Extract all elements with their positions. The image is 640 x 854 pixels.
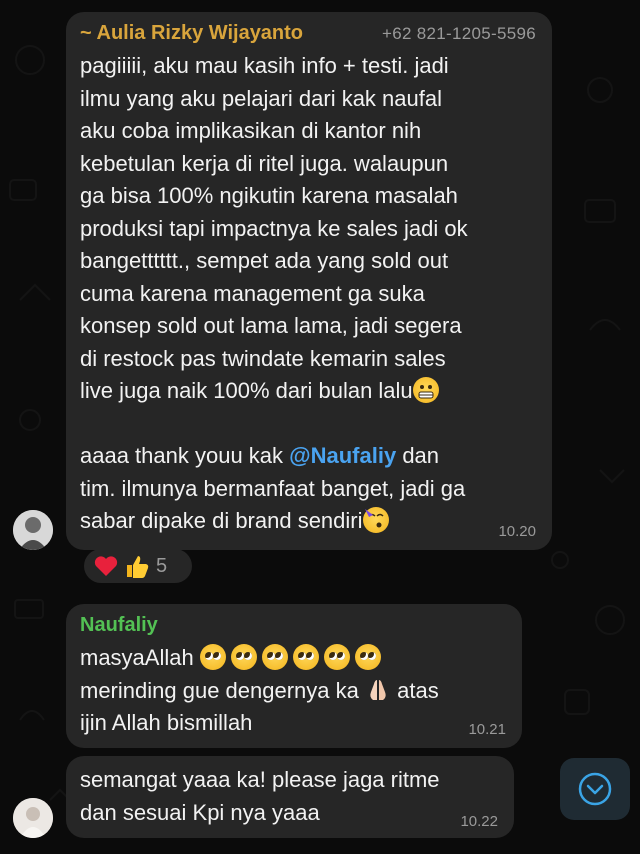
- message-line: ilmu yang aku pelajari dari kak naufal: [80, 85, 442, 111]
- reaction-count: 5: [156, 554, 168, 577]
- message-bubble-reply[interactable]: semangat yaaa ka! please jaga ritme dan …: [66, 756, 514, 838]
- message-line: aku coba implikasikan di kantor nih: [80, 118, 422, 143]
- message-line: ga bisa 100% ngikutin karena masalah: [80, 183, 458, 208]
- message-line-with-emoji: live juga naik 100% dari bulan lalu: [80, 375, 468, 408]
- praying-hands-emoji: [365, 677, 391, 703]
- message-line: dan: [396, 443, 440, 468]
- scroll-to-bottom-button[interactable]: [560, 758, 630, 820]
- party-emoji: [362, 507, 389, 533]
- pleading-emoji: [292, 644, 319, 670]
- sender-name[interactable]: Naufaliy: [80, 614, 158, 637]
- message-line: di restock pas twindate kemarin sales: [80, 345, 446, 371]
- grimace-emoji: [412, 377, 439, 403]
- message-line: konsep sold out lama lama, jadi segera: [80, 313, 462, 338]
- message-line: pagiiiii, aku mau kasih info + testi. ja…: [80, 53, 449, 78]
- message-bubble-aulia[interactable]: ~ Aulia Rizky Wijayanto +62 821-1205-559…: [66, 12, 552, 550]
- message-line-with-emoji: merinding gue dengernya ka atas: [80, 675, 439, 708]
- message-line: sabar dipake di brand sendiri: [80, 508, 363, 533]
- pleading-emoji: [261, 644, 288, 670]
- message-line: bangetttttt., sempet ada yang sold out: [80, 248, 449, 273]
- message-line: semangat yaaa ka! please jaga ritme: [80, 767, 440, 792]
- sender-name[interactable]: ~ Aulia Rizky Wijayanto: [80, 22, 303, 45]
- message-line-with-emoji: sabar dipake di brand sendiri: [80, 505, 468, 538]
- message-line: aaaa thank youu kak: [80, 443, 290, 468]
- chevron-down-icon: [578, 772, 612, 806]
- message-line: [80, 408, 468, 441]
- pleading-emoji: [199, 644, 226, 670]
- sender-phone: +62 821-1205-5596: [382, 24, 536, 43]
- message-line: dan sesuai Kpi nya yaaa: [80, 799, 320, 825]
- pleading-emoji: [354, 644, 381, 670]
- message-line: live juga naik 100% dari bulan lalu: [80, 378, 413, 403]
- pleading-emoji: [230, 644, 257, 670]
- message-line: merinding gue dengernya ka: [80, 677, 359, 703]
- avatar-aulia[interactable]: [13, 510, 53, 550]
- message-line: atas: [397, 677, 439, 703]
- message-text: semangat yaaa ka! please jaga ritme dan …: [80, 764, 440, 829]
- message-bubble-naufaliy[interactable]: Naufaliy masyaAllah merinding gue denger…: [66, 604, 522, 748]
- reaction-pill[interactable]: 5: [84, 549, 192, 583]
- mention-link[interactable]: @Naufaliy: [289, 443, 396, 468]
- message-line: tim. ilmunya bermanfaat banget, jadi ga: [80, 475, 466, 501]
- message-line-with-mention: aaaa thank youu kak @Naufaliy dan: [80, 440, 468, 473]
- heart-icon: [94, 556, 118, 576]
- message-line: produksi tapi impactnya ke sales jadi ok: [80, 215, 468, 241]
- thumbs-up-icon: [127, 556, 149, 578]
- message-line: masyaAllah: [80, 645, 194, 670]
- avatar-sender[interactable]: [13, 798, 53, 838]
- message-line: kebetulan kerja di ritel juga. walaupun: [80, 150, 449, 176]
- pleading-emoji: [323, 644, 350, 670]
- message-text: masyaAllah merinding gue dengernya ka at…: [80, 642, 439, 740]
- message-text: pagiiiii, aku mau kasih info + testi. ja…: [80, 50, 468, 538]
- message-line: cuma karena management ga suka: [80, 280, 425, 306]
- message-line-with-emoji: masyaAllah: [80, 642, 439, 675]
- message-time: 10.21: [468, 721, 506, 738]
- message-line: ijin Allah bismillah: [80, 710, 253, 735]
- message-time: 10.20: [498, 523, 536, 540]
- message-time: 10.22: [460, 813, 498, 830]
